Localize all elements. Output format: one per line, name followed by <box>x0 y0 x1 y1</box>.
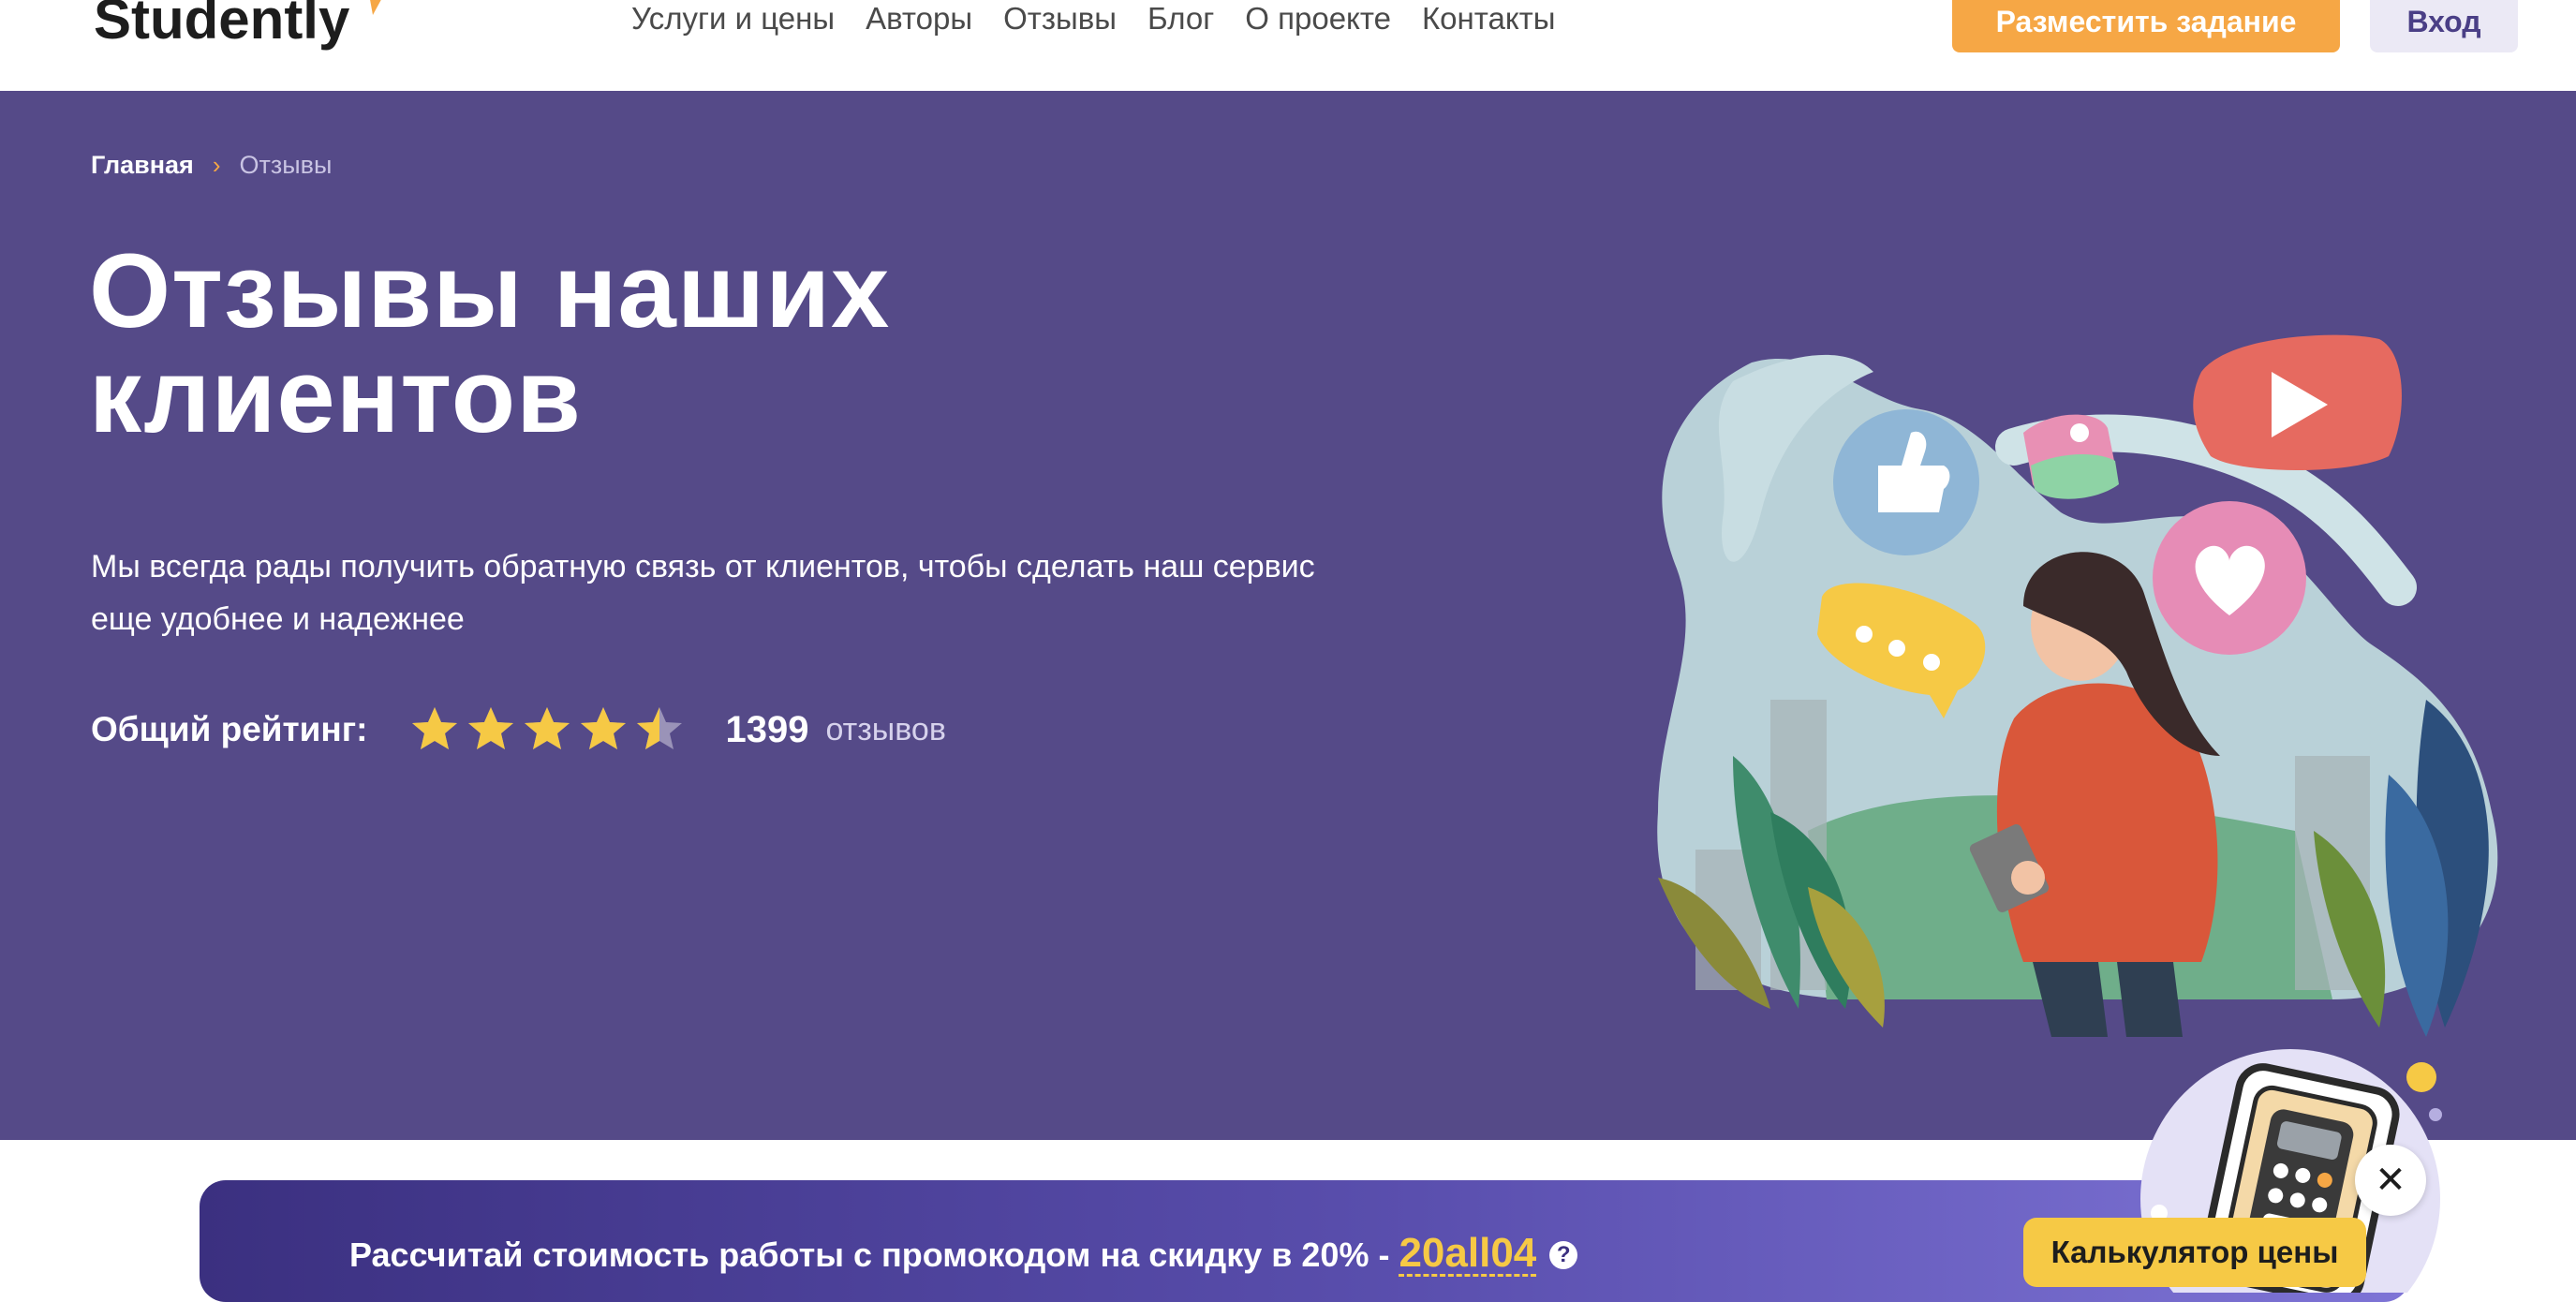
main-nav: Услуги и цены Авторы Отзывы Блог О проек… <box>631 0 1587 37</box>
help-icon[interactable]: ? <box>1549 1240 1578 1269</box>
nav-item-authors[interactable]: Авторы <box>866 0 972 37</box>
hero-section: Главная › Отзывы Отзывы наших клиентов М… <box>0 91 2576 1140</box>
nav-item-services[interactable]: Услуги и цены <box>631 0 835 37</box>
breadcrumb: Главная › Отзывы <box>91 151 332 180</box>
review-count: 1399 <box>725 708 809 750</box>
breadcrumb-home-link[interactable]: Главная <box>91 151 194 180</box>
nav-item-reviews[interactable]: Отзывы <box>1003 0 1117 37</box>
promo-text-row: Рассчитай стоимость работы с промокодом … <box>349 1233 1578 1277</box>
rating-label: Общий рейтинг: <box>91 710 368 748</box>
close-icon[interactable]: ✕ <box>2355 1145 2426 1216</box>
promo-code[interactable]: 20all04 <box>1399 1233 1537 1277</box>
price-calculator-button[interactable]: Калькулятор цены <box>2023 1218 2366 1287</box>
post-task-button[interactable]: Разместить задание <box>1952 0 2340 52</box>
chevron-right-icon: › <box>212 151 221 179</box>
login-button[interactable]: Вход <box>2370 0 2518 52</box>
rating-stars <box>409 704 685 755</box>
site-header: Studently Услуги и цены Авторы Отзывы Бл… <box>0 0 2576 91</box>
nav-item-contacts[interactable]: Контакты <box>1422 0 1556 37</box>
nav-item-blog[interactable]: Блог <box>1147 0 1214 37</box>
overall-rating: Общий рейтинг: 1399 отзывов <box>91 702 946 758</box>
star-icon <box>411 707 457 749</box>
logo-accent-icon <box>370 0 381 15</box>
star-icon <box>580 707 626 749</box>
logo[interactable]: Studently <box>94 0 349 52</box>
review-count-label: отзывов <box>825 711 946 747</box>
nav-item-about[interactable]: О проекте <box>1245 0 1391 37</box>
page-title-line2: клиентов <box>89 337 582 454</box>
page-title: Отзывы наших клиентов <box>89 239 1119 449</box>
star-icon <box>467 707 513 749</box>
star-icon <box>636 707 682 749</box>
star-icon <box>524 707 570 749</box>
promo-text: Рассчитай стоимость работы с промокодом … <box>349 1235 1390 1274</box>
hero-illustration <box>1657 334 2498 1037</box>
hero-description: Мы всегда рады получить обратную связь о… <box>91 549 1315 637</box>
breadcrumb-current: Отзывы <box>239 151 333 179</box>
page-title-line1: Отзывы наших <box>89 232 891 349</box>
